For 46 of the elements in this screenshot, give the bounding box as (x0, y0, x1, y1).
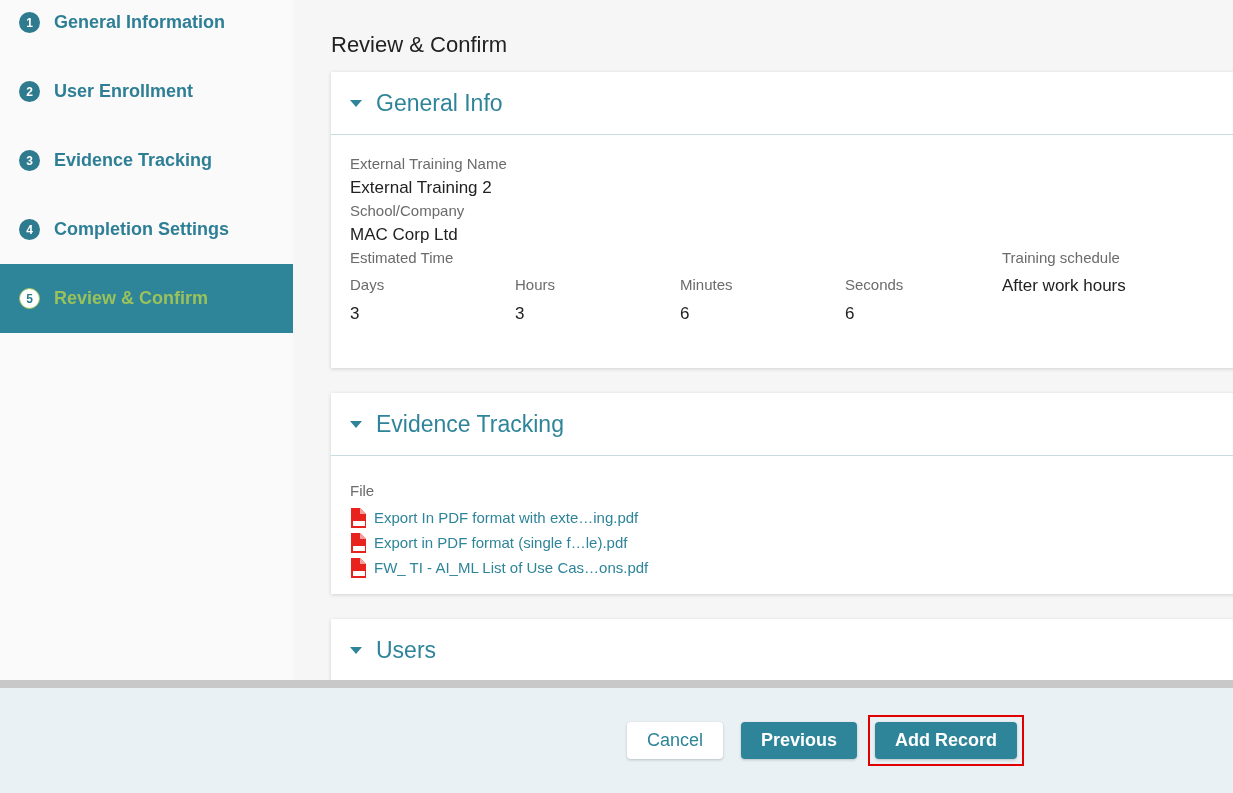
field-value: MAC Corp Ltd (350, 225, 459, 245)
pdf-file-icon (350, 532, 366, 553)
pdf-file-icon (350, 507, 366, 528)
step-number-badge: 2 (19, 81, 40, 102)
field-label: Estimated Time (350, 249, 455, 266)
step-label: General Information (54, 12, 226, 33)
field-value: 6 (680, 304, 691, 324)
field-value: 3 (515, 304, 526, 324)
sidebar-step[interactable]: 3 Evidence Tracking (0, 126, 293, 195)
step-label: User Enrollment (54, 81, 194, 102)
step-label: Evidence Tracking (54, 150, 213, 171)
field-label: School/Company (350, 202, 466, 219)
file-link[interactable]: Export in PDF format (single f…le).pdf (374, 534, 628, 551)
sidebar-step[interactable]: 1 General Information (0, 0, 293, 57)
section-title: Users (376, 636, 437, 664)
field-value: After work hours (1002, 276, 1127, 296)
field-label: Minutes (680, 276, 734, 294)
step-number-badge: 5 (19, 288, 40, 309)
field-value: 6 (845, 304, 856, 324)
field-label: Hours (515, 276, 556, 294)
page-title: Review & Confirm (331, 32, 509, 58)
file-link[interactable]: FW_ TI - AI_ML List of Use Cas…ons.pdf (374, 559, 649, 576)
field-label: External Training Name (350, 155, 508, 172)
section-title: Evidence Tracking (376, 410, 564, 438)
field-label: Seconds (845, 276, 905, 294)
footer-button[interactable]: Previous (740, 722, 857, 759)
step-label: Completion Settings (54, 219, 229, 240)
pdf-file-icon (350, 557, 366, 578)
field-label: Training schedule (1002, 249, 1121, 266)
sidebar-step[interactable]: 5 Review & Confirm (0, 264, 293, 333)
field-value: External Training 2 (350, 178, 493, 198)
footer-button[interactable]: Cancel (626, 722, 723, 759)
step-label: Review & Confirm (54, 288, 209, 309)
sidebar-step[interactable]: 4 Completion Settings (0, 195, 293, 264)
field-value: 3 (350, 304, 361, 324)
footer-button[interactable]: Add Record (875, 722, 1017, 759)
sidebar-step[interactable]: 2 User Enrollment (0, 57, 293, 126)
section-header[interactable]: Evidence Tracking (331, 393, 1233, 456)
field-label: Days (350, 276, 386, 294)
section-header[interactable]: General Info (331, 72, 1233, 135)
field-label: File (350, 482, 376, 499)
file-link[interactable]: Export In PDF format with exte…ing.pdf (374, 509, 639, 526)
step-number-badge: 4 (19, 219, 40, 240)
section-title: General Info (376, 89, 503, 117)
step-number-badge: 3 (19, 150, 40, 171)
step-number-badge: 1 (19, 12, 40, 33)
